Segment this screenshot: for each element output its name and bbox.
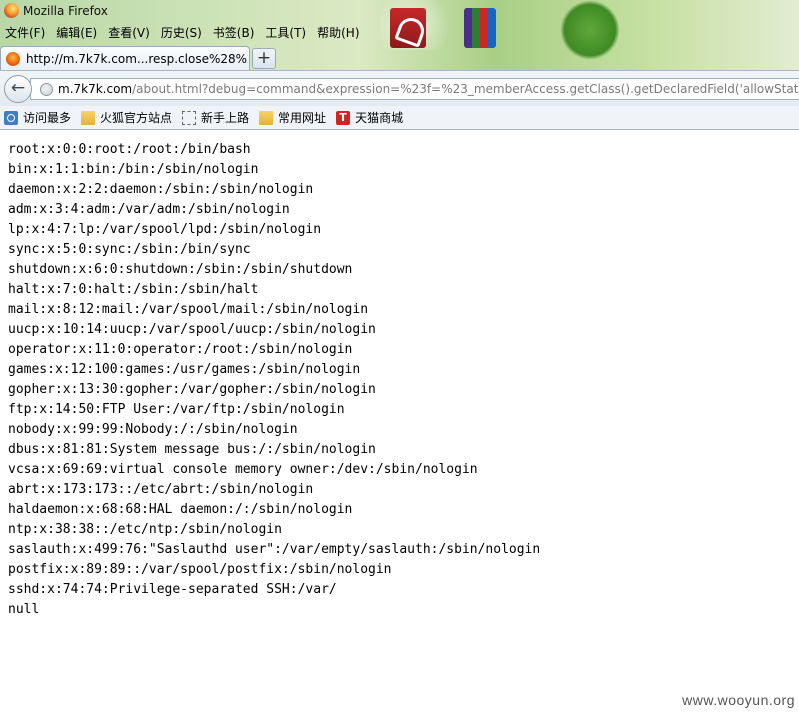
content-line: null (8, 602, 40, 617)
most-visited-icon (4, 110, 18, 125)
bookmarks-toolbar: 访问最多 火狐官方站点 新手上路 常用网址 T 天猫商城 (0, 106, 799, 130)
firefox-logo-icon (4, 3, 19, 18)
content-line: daemon:x:2:2:daemon:/sbin:/sbin/nologin (8, 182, 314, 197)
bookmark-label: 常用网址 (278, 111, 327, 125)
content-line: ftp:x:14:50:FTP User:/var/ftp:/sbin/nolo… (8, 402, 345, 417)
content-line: vcsa:x:69:69:virtual console memory owne… (8, 462, 478, 477)
content-line: abrt:x:173:173::/etc/abrt:/sbin/nologin (8, 482, 314, 497)
dotted-bookmark-icon (182, 110, 197, 125)
back-button[interactable]: ← (4, 75, 32, 103)
menu-bar: 文件(F) 编辑(E) 查看(V) 历史(S) 书签(B) 工具(T) 帮助(H… (0, 22, 366, 42)
menu-file[interactable]: 文件(F) (0, 24, 51, 41)
bookmark-common-sites[interactable]: 常用网址 (259, 109, 326, 126)
folder-icon (81, 110, 96, 125)
menu-bookmarks[interactable]: 书签(B) (208, 24, 261, 41)
content-line: sync:x:5:0:sync:/sbin:/bin/sync (8, 242, 251, 257)
folder-icon (259, 110, 274, 125)
bookmark-getting-started[interactable]: 新手上路 (182, 109, 249, 126)
menu-view[interactable]: 查看(V) (103, 24, 156, 41)
page-content: root:x:0:0:root:/root:/bin/bash bin:x:1:1… (8, 140, 540, 620)
bookmark-label: 访问最多 (23, 111, 72, 125)
window-title: Mozilla Firefox (23, 4, 108, 18)
content-line: postfix:x:89:89::/var/spool/postfix:/sbi… (8, 562, 392, 577)
tmall-icon: T (336, 110, 351, 125)
url-path: /about.html?debug=command&expression=%23… (132, 82, 799, 96)
watermark: www.wooyun.org (682, 692, 795, 708)
content-line: ntp:x:38:38::/etc/ntp:/sbin/nologin (8, 522, 282, 537)
bookmark-label: 天猫商城 (355, 111, 404, 125)
bookmark-label: 火狐官方站点 (100, 111, 173, 125)
content-line: dbus:x:81:81:System message bus:/:/sbin/… (8, 442, 376, 457)
window-chrome: Mozilla Firefox 文件(F) 编辑(E) 查看(V) 历史(S) … (0, 0, 799, 70)
bookmark-most-visited[interactable]: 访问最多 (4, 109, 71, 126)
tab-title: http://m.7k7k.com...resp.close%28%29 (26, 51, 248, 66)
menu-edit[interactable]: 编辑(E) (51, 24, 103, 41)
tab-strip: http://m.7k7k.com...resp.close%28%29 + (0, 44, 799, 70)
content-line: saslauth:x:499:76:"Saslauthd user":/var/… (8, 542, 541, 557)
content-line: adm:x:3:4:adm:/var/adm:/sbin/nologin (8, 202, 290, 217)
content-line: operator:x:11:0:operator:/root:/sbin/nol… (8, 342, 353, 357)
content-line: mail:x:8:12:mail:/var/spool/mail:/sbin/n… (8, 302, 369, 317)
menu-tools[interactable]: 工具(T) (260, 24, 312, 41)
bookmark-label: 新手上路 (201, 111, 250, 125)
content-line: halt:x:7:0:halt:/sbin:/sbin/halt (8, 282, 259, 297)
menu-help[interactable]: 帮助(H) (312, 24, 365, 41)
content-line: gopher:x:13:30:gopher:/var/gopher:/sbin/… (8, 382, 376, 397)
new-tab-button[interactable]: + (252, 48, 276, 69)
content-line: haldaemon:x:68:68:HAL daemon:/:/sbin/nol… (8, 502, 353, 517)
tab-active[interactable]: http://m.7k7k.com...resp.close%28%29 (0, 46, 250, 70)
bookmark-firefox-official[interactable]: 火狐官方站点 (81, 109, 172, 126)
navigation-toolbar: m.7k7k.com/about.html?debug=command&expr… (0, 70, 799, 106)
menu-history[interactable]: 历史(S) (156, 24, 208, 41)
content-line: nobody:x:99:99:Nobody:/:/sbin/nologin (8, 422, 298, 437)
url-text: m.7k7k.com/about.html?debug=command&expr… (58, 82, 799, 96)
content-line: root:x:0:0:root:/root:/bin/bash (8, 142, 251, 157)
content-line: shutdown:x:6:0:shutdown:/sbin:/sbin/shut… (8, 262, 353, 277)
content-line: sshd:x:74:74:Privilege-separated SSH:/va… (8, 582, 337, 597)
content-line: bin:x:1:1:bin:/bin:/sbin/nologin (8, 162, 259, 177)
content-line: uucp:x:10:14:uucp:/var/spool/uucp:/sbin/… (8, 322, 376, 337)
bookmark-tmall[interactable]: T 天猫商城 (336, 109, 403, 126)
site-favicon-icon (6, 51, 20, 66)
title-bar: Mozilla Firefox (0, 0, 799, 22)
url-host: m.7k7k.com (58, 82, 133, 96)
back-arrow-icon: ← (10, 78, 26, 98)
globe-icon (40, 82, 53, 96)
url-bar[interactable]: m.7k7k.com/about.html?debug=command&expr… (30, 78, 799, 100)
content-line: lp:x:4:7:lp:/var/spool/lpd:/sbin/nologin (8, 222, 322, 237)
content-line: games:x:12:100:games:/usr/games:/sbin/no… (8, 362, 361, 377)
